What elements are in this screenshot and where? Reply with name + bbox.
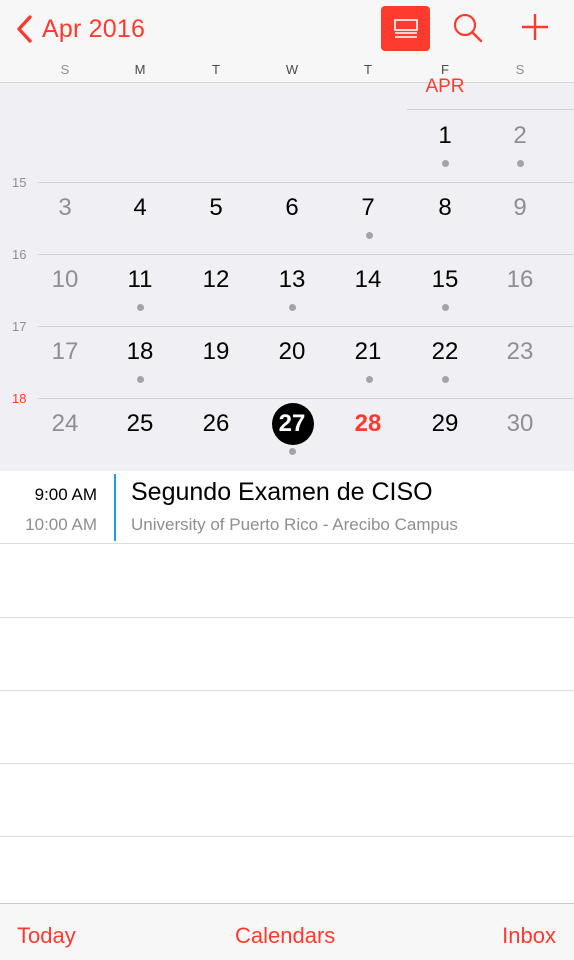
day-cell[interactable]: 11 [110,266,170,294]
day-cell[interactable]: 8 [415,194,475,222]
row-divider [0,690,574,691]
list-view-button[interactable] [381,6,430,51]
day-cell[interactable]: 19 [186,338,246,366]
list-view-icon [393,18,418,38]
event-dot [441,304,449,311]
day-cell[interactable]: 5 [186,194,246,222]
day-cell[interactable]: 6 [262,194,322,222]
weekday-label: T [212,62,220,77]
week-number: 15 [12,175,27,190]
event-start-time: 9:00 AM [34,485,97,504]
day-cell[interactable]: 26 [186,410,246,438]
event-location: University of Puerto Rico - Arecibo Camp… [131,515,458,534]
day-cell[interactable]: 12 [186,266,246,294]
day-cell[interactable]: 24 [35,410,95,438]
month-label-divider [407,109,574,110]
weekday-label: S [515,62,525,77]
calendars-button[interactable]: Calendars [235,923,335,949]
today-button[interactable]: Today [17,923,76,949]
day-cell[interactable]: 22 [415,338,475,366]
event-dot [441,160,449,167]
row-divider [0,763,574,764]
event-title[interactable]: Segundo Examen de CISO [131,478,433,507]
weekday-header: S M T W T F S [0,62,574,82]
event-dot [365,232,373,239]
event-dot [365,376,373,383]
event-color-bar [114,474,116,541]
day-cell[interactable]: 7 [338,194,398,222]
event-dot [288,304,296,311]
week-divider [38,398,574,399]
row-divider [0,543,574,544]
day-cell[interactable]: 25 [110,410,170,438]
weekday-label: S [60,62,70,77]
inbox-button[interactable]: Inbox [502,923,556,949]
event-dot [288,448,296,455]
row-divider [0,617,574,618]
day-cell[interactable]: 4 [110,194,170,222]
day-cell[interactable]: 20 [262,338,322,366]
day-cell[interactable]: 10 [35,266,95,294]
day-cell[interactable]: 13 [262,266,322,294]
weekday-label: W [285,62,299,77]
weekday-label: F [441,62,449,77]
event-list [0,471,574,903]
day-cell-selected[interactable]: 27 [262,410,322,438]
day-cell[interactable]: 2 [490,122,550,150]
week-divider [38,254,574,255]
day-cell[interactable]: 29 [415,410,475,438]
back-button[interactable]: Apr 2016 [14,12,145,46]
day-cell[interactable]: 14 [338,266,398,294]
back-button-label: Apr 2016 [42,14,146,43]
day-cell[interactable]: 18 [110,338,170,366]
event-dot [136,304,144,311]
event-dot [516,160,524,167]
day-cell[interactable]: 1 [415,122,475,150]
day-cell[interactable]: 9 [490,194,550,222]
day-cell[interactable]: 17 [35,338,95,366]
week-number: 16 [12,247,27,262]
search-icon[interactable] [452,12,484,44]
day-cell[interactable]: 30 [490,410,550,438]
day-cell[interactable]: 23 [490,338,550,366]
day-cell[interactable]: 21 [338,338,398,366]
weekday-label: T [364,62,372,77]
row-divider [0,836,574,837]
bottom-toolbar: Today Calendars Inbox [0,903,574,960]
plus-icon[interactable] [520,12,550,42]
week-divider [38,326,574,327]
day-cell[interactable]: 15 [415,266,475,294]
nav-bar: Apr 2016 [0,0,574,62]
day-cell-today[interactable]: 28 [338,410,398,438]
week-divider [38,182,574,183]
day-cell[interactable]: 3 [35,194,95,222]
chevron-left-icon [17,15,32,43]
event-end-time: 10:00 AM [25,515,97,534]
event-dot [136,376,144,383]
weekday-label: M [134,62,146,77]
month-label: APR [425,76,465,97]
event-dot [441,376,449,383]
week-number-current: 18 [12,391,27,406]
day-cell[interactable]: 16 [490,266,550,294]
week-number: 17 [12,319,27,334]
